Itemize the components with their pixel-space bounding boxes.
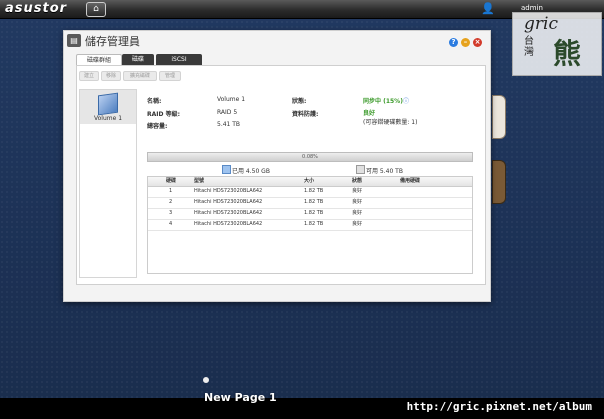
- watermark-taiwan: 台灣: [524, 36, 534, 58]
- watermark-word: gric: [524, 14, 558, 34]
- storage-manager-window: ▤ 儲存管理員 ? – × 磁碟群組 磁碟 iSCSI 建立 移除 擴充磁碟 管…: [63, 30, 491, 302]
- usage-percent: 0.08%: [302, 154, 318, 160]
- cell-model: Hitachi HDS723020BLA642: [194, 199, 263, 205]
- raid-value: RAID 5: [217, 109, 238, 116]
- cell-status: 良好: [352, 188, 363, 194]
- health-key: 資料防護:: [292, 111, 319, 118]
- fault-tolerance-note: (可容錯硬碟數量: 1): [363, 119, 418, 126]
- cell-status: 良好: [352, 199, 363, 205]
- page-title: New Page 1: [204, 391, 277, 404]
- close-icon[interactable]: ×: [473, 38, 482, 47]
- capacity-value: 5.41 TB: [217, 121, 241, 128]
- col-spare[interactable]: 備用硬碟: [400, 177, 420, 186]
- volume-cube-icon: [98, 92, 118, 116]
- status-value: 同步中 (15%): [363, 98, 403, 105]
- cell-model: Hitachi HDS723020BLA642: [194, 221, 263, 227]
- storage-icon: ▤: [67, 34, 81, 47]
- cell-size: 1.82 TB: [304, 188, 324, 194]
- manage-button[interactable]: 管理: [159, 71, 181, 81]
- health-value: 良好: [363, 110, 376, 117]
- side-widget-tab[interactable]: [492, 95, 506, 139]
- volume-item[interactable]: Volume 1: [80, 90, 136, 124]
- table-row[interactable]: 3 Hitachi HDS723020BLA642 1.82 TB 良好: [148, 209, 472, 220]
- cell-model: Hitachi HDS723020BLA642: [194, 188, 263, 194]
- used-swatch: [222, 165, 231, 174]
- col-size[interactable]: 大小: [304, 177, 314, 186]
- tab-disks[interactable]: 磁碟: [122, 54, 154, 65]
- volume-list: Volume 1: [79, 89, 137, 278]
- cell-size: 1.82 TB: [304, 199, 324, 205]
- col-status[interactable]: 狀態: [352, 177, 362, 186]
- raid-key: RAID 等級:: [147, 111, 180, 118]
- expand-button[interactable]: 擴充磁碟: [123, 71, 157, 81]
- tab-iscsi[interactable]: iSCSI: [156, 54, 202, 65]
- cell-disk: 2: [169, 199, 173, 205]
- help-icon[interactable]: ?: [449, 38, 458, 47]
- cell-status: 良好: [352, 221, 363, 227]
- cell-disk: 3: [169, 210, 173, 216]
- status-key: 狀態:: [292, 98, 307, 105]
- asustor-logo: asustor: [5, 1, 68, 16]
- watermark-url: http://gric.pixnet.net/album: [406, 400, 592, 413]
- capacity-key: 總容量:: [147, 123, 168, 130]
- remove-button[interactable]: 移除: [101, 71, 121, 81]
- cell-size: 1.82 TB: [304, 221, 324, 227]
- cell-disk: 4: [169, 221, 173, 227]
- table-row[interactable]: 1 Hitachi HDS723020BLA642 1.82 TB 良好: [148, 187, 472, 198]
- name-value: Volume 1: [217, 96, 246, 103]
- table-row[interactable]: 4 Hitachi HDS723020BLA642 1.82 TB 良好: [148, 220, 472, 231]
- side-widget-tab-2[interactable]: [492, 160, 506, 204]
- col-disk[interactable]: 硬碟: [166, 177, 176, 186]
- info-icon[interactable]: ⓘ: [403, 96, 409, 105]
- minimize-icon[interactable]: –: [461, 38, 470, 47]
- table-row[interactable]: 2 Hitachi HDS723020BLA642 1.82 TB 良好: [148, 198, 472, 209]
- used-label: 已用 4.50 GB: [232, 168, 270, 175]
- create-button[interactable]: 建立: [79, 71, 99, 81]
- table-header: 硬碟 型號 大小 狀態 備用硬碟: [148, 177, 472, 187]
- window-title: 儲存管理員: [85, 35, 140, 48]
- usage-progress-bar: 0.08%: [147, 152, 473, 162]
- cell-size: 1.82 TB: [304, 210, 324, 216]
- free-swatch: [356, 165, 365, 174]
- free-label: 可用 5.40 TB: [366, 168, 403, 175]
- volume-label: Volume 1: [93, 115, 123, 122]
- page-indicator-dot[interactable]: [203, 377, 209, 383]
- cell-status: 良好: [352, 210, 363, 216]
- name-key: 名稱:: [147, 98, 162, 105]
- user-name[interactable]: admin: [521, 4, 543, 12]
- volume-panel: 建立 移除 擴充磁碟 管理 Volume 1 名稱: Volume 1 RAID…: [76, 65, 486, 285]
- col-model[interactable]: 型號: [194, 177, 204, 186]
- cell-disk: 1: [169, 188, 173, 194]
- watermark-bear: 熊: [553, 37, 582, 70]
- home-icon[interactable]: ⌂: [86, 2, 106, 17]
- cell-model: Hitachi HDS723020BLA642: [194, 210, 263, 216]
- user-icon[interactable]: 👤: [481, 2, 495, 16]
- disk-table: 硬碟 型號 大小 狀態 備用硬碟 1 Hitachi HDS723020BLA6…: [147, 176, 473, 274]
